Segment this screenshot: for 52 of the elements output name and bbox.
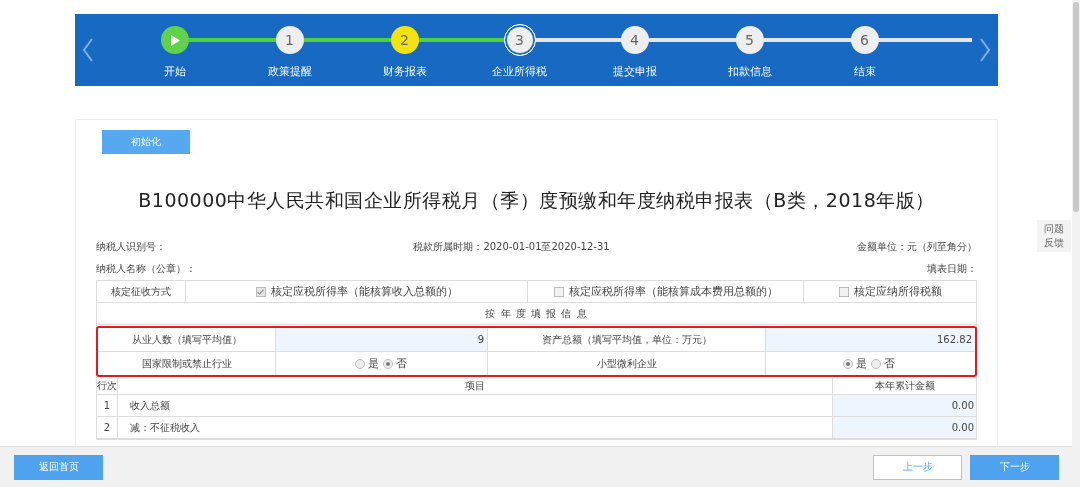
radio-button[interactable] xyxy=(383,358,393,369)
value-field[interactable]: 9 xyxy=(276,328,488,351)
checkbox[interactable] xyxy=(838,286,849,297)
section-heading: 按 年 度 填 报 信 息 xyxy=(484,306,589,321)
step-label: 提交申报 xyxy=(612,64,657,79)
step-label: 企业所得税 xyxy=(492,64,547,79)
amount-field[interactable]: 0.00 xyxy=(833,417,976,438)
step-button[interactable] xyxy=(160,26,189,54)
chevron-right-icon[interactable] xyxy=(979,38,991,62)
tax-period: 税款所属时期：2020-01-01至2020-12-31 xyxy=(413,240,610,254)
amount-field[interactable]: 0.00 xyxy=(833,395,976,416)
checkbox[interactable] xyxy=(553,286,564,297)
radio-label[interactable]: 是 xyxy=(368,356,379,371)
row-number: 1 xyxy=(97,395,118,416)
radio-button[interactable] xyxy=(355,358,365,369)
row-number: 2 xyxy=(97,417,118,438)
step-label: 开始 xyxy=(163,64,186,79)
scrollbar-thumb[interactable] xyxy=(1073,2,1079,212)
taxpayer-id-label: 纳税人识别号： xyxy=(96,240,166,254)
value-field[interactable]: 162.82 xyxy=(766,328,975,351)
play-icon xyxy=(169,34,180,46)
step-number[interactable]: 4 xyxy=(620,26,649,54)
method-option[interactable]: 核定应税所得率（能核算收入总额的） xyxy=(270,284,458,299)
method-option[interactable]: 核定应纳所得税额 xyxy=(853,284,942,299)
step-label: 政策提醒 xyxy=(267,64,312,79)
radio-label[interactable]: 否 xyxy=(884,356,895,371)
step-number[interactable]: 6 xyxy=(850,26,879,54)
column-header: 本年累计金额 xyxy=(873,379,936,393)
form-title: B100000中华人民共和国企业所得税月（季）度预缴和年度纳税申报表（B类，2018年版） xyxy=(137,188,936,213)
step-number[interactable]: 2 xyxy=(390,26,419,54)
radio-label[interactable]: 是 xyxy=(856,356,867,371)
fill-date-label: 填表日期： xyxy=(927,262,977,276)
column-header: 项目 xyxy=(118,378,833,394)
step-label: 财务报表 xyxy=(382,64,427,79)
feedback-tab[interactable]: 问题反馈 xyxy=(1037,220,1071,252)
method-option[interactable]: 核定应税所得率（能核算成本费用总额的） xyxy=(568,284,778,299)
radio-button[interactable] xyxy=(871,358,881,369)
step-label: 结束 xyxy=(853,64,876,79)
field-label: 小型微利企业 xyxy=(488,352,766,375)
method-label: 核定征收方式 xyxy=(97,281,186,302)
radio-button[interactable] xyxy=(843,358,853,369)
checkbox[interactable] xyxy=(255,286,266,297)
field-label: 国家限制或禁止行业 xyxy=(98,352,276,375)
step-number[interactable]: 1 xyxy=(275,26,304,54)
column-header: 行次 xyxy=(97,378,118,394)
amount-unit: 金额单位：元（列至角分） xyxy=(857,240,977,254)
chevron-left-icon[interactable] xyxy=(82,38,94,62)
step-label: 扣款信息 xyxy=(727,64,772,79)
step-number[interactable]: 5 xyxy=(735,26,764,54)
taxpayer-name-label: 纳税人名称（公章）： xyxy=(96,262,196,276)
radio-label[interactable]: 否 xyxy=(396,356,407,371)
step-number[interactable]: 3 xyxy=(503,24,536,56)
